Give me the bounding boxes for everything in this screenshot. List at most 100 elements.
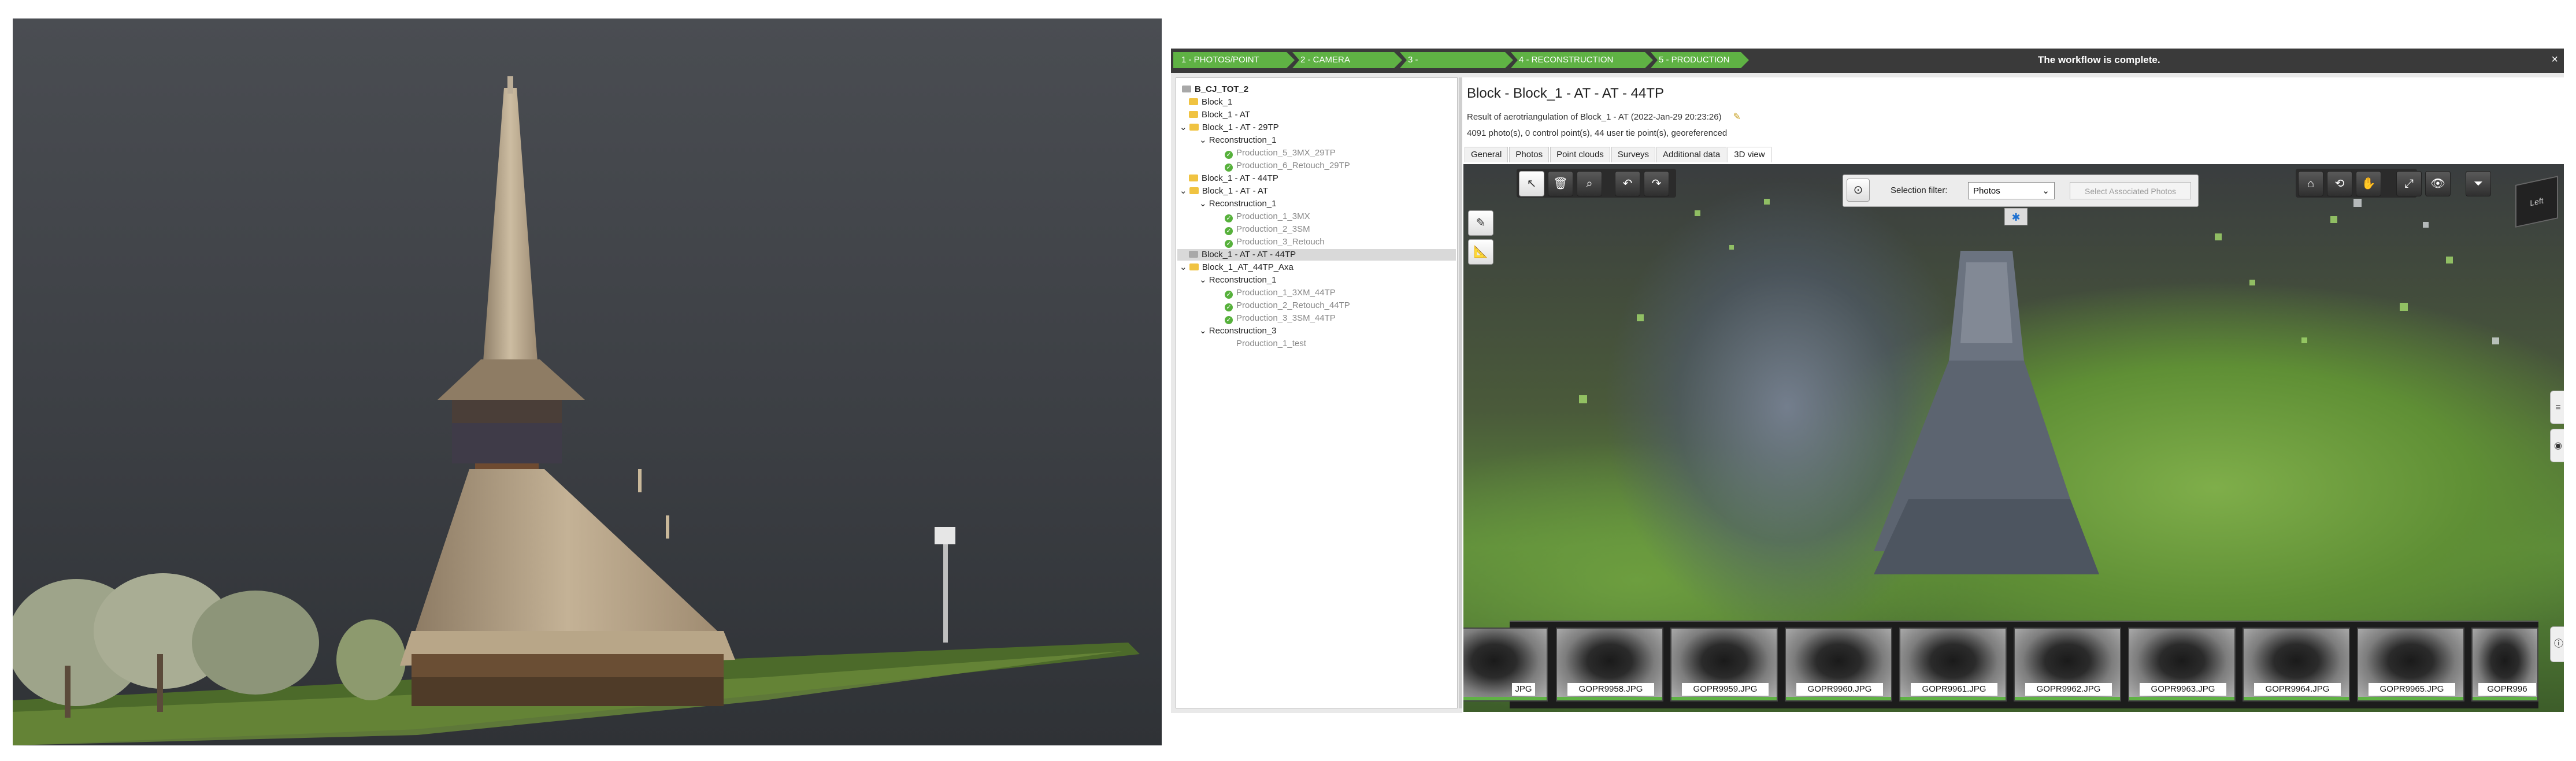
workflow-step-photos[interactable]: 1 - PHOTOS/POINT CLOUDS	[1173, 52, 1295, 68]
thumbnail-caption: GOPR996	[2478, 683, 2536, 696]
tree-item-label: Block_1_AT_44TP_Axa	[1202, 262, 1293, 272]
tree-item-block[interactable]: Block_1 - AT - 44TP	[1189, 173, 1278, 184]
navigation-cube[interactable]: Left	[2515, 176, 2558, 228]
tree-item-block[interactable]: Block_1	[1189, 96, 1232, 108]
tree-item-production[interactable]: ✓ Production_3_Retouch	[1225, 236, 1325, 248]
redo-button[interactable]: ↷	[1644, 171, 1669, 196]
check-icon: ✓	[1225, 291, 1233, 299]
photo-thumbnail[interactable]: GOPR9965.JPG	[2357, 628, 2464, 701]
tree-item-reconstruction[interactable]: ⌄ Reconstruction_1	[1199, 135, 1276, 146]
tree-item-reconstruction[interactable]: ⌄ Reconstruction_1	[1199, 274, 1276, 286]
tree-item-production[interactable]: ✓ Production_6_Retouch_29TP	[1225, 160, 1350, 172]
layers-icon[interactable]: ≡	[2550, 391, 2564, 424]
tree-item-label: Block_1 - AT - 29TP	[1202, 122, 1279, 132]
photo-thumbnail[interactable]: JPG	[1463, 628, 1548, 701]
fit-view-icon[interactable]: ⤢	[2396, 171, 2422, 196]
measure-tool-button[interactable]: 📐	[1468, 239, 1493, 265]
tab-3d-view[interactable]: 3D view	[1728, 147, 1771, 162]
tree-item-block[interactable]: ⌄ Block_1 - AT - 29TP	[1180, 122, 1279, 133]
tab-point-clouds[interactable]: Point clouds	[1550, 147, 1610, 162]
tree-item-production[interactable]: ✓ Production_5_3MX_29TP	[1225, 147, 1336, 159]
tree-item-production[interactable]: Production_1_test	[1236, 338, 1306, 350]
info-icon[interactable]: ⓘ	[2550, 626, 2564, 662]
tree-item-reconstruction[interactable]: ⌄ Reconstruction_3	[1199, 325, 1276, 337]
context-capture-window: 1 - PHOTOS/POINT CLOUDS 2 - CAMERA PROPE…	[1171, 49, 2564, 713]
photo-thumbnail[interactable]: GOPR9963.JPG	[2128, 628, 2236, 701]
tree-item-label: Production_1_3XM_44TP	[1236, 288, 1336, 298]
zoom-icon[interactable]: ⌕	[1577, 171, 1602, 196]
visibility-eye-icon[interactable]: 👁	[2425, 171, 2451, 196]
tree-item-block[interactable]: ⌄ Block_1_AT_44TP_Axa	[1180, 262, 1293, 273]
pin-icon[interactable]: ✱	[2004, 208, 2028, 225]
expand-icon[interactable]: ⌄	[1199, 199, 1209, 209]
tree-item-root[interactable]: B_CJ_TOT_2	[1182, 84, 1248, 95]
church-point-cloud-image	[13, 76, 1140, 745]
home-icon[interactable]: ⌂	[2298, 171, 2323, 196]
aerotriangulation-result: Result of aerotriangulation of Block_1 -…	[1467, 111, 1741, 122]
photo-thumbnail[interactable]: GOPR9964.JPG	[2243, 628, 2350, 701]
tree-item-production[interactable]: ✓ Production_1_3XM_44TP	[1225, 287, 1336, 299]
photo-thumbnail[interactable]: GOPR9959.JPG	[1670, 628, 1778, 701]
tree-item-block-selected[interactable]: Block_1 - AT - AT - 44TP	[1177, 249, 1456, 261]
workflow-step-camera[interactable]: 2 - CAMERA PROPERTIES	[1292, 52, 1402, 68]
orbit-icon[interactable]: ⟲	[2327, 171, 2352, 196]
delete-button[interactable]: 🗑	[1548, 171, 1573, 196]
expand-icon[interactable]: ⌄	[1199, 275, 1209, 285]
pencil-icon[interactable]: ✎	[1733, 112, 1741, 122]
tree-item-label: Production_5_3MX_29TP	[1236, 148, 1336, 158]
tree-item-block[interactable]: ⌄ Block_1 - AT - AT	[1180, 185, 1268, 197]
tab-additional-data[interactable]: Additional data	[1656, 147, 1727, 162]
tree-item-reconstruction[interactable]: ⌄ Reconstruction_1	[1199, 198, 1276, 210]
tree-item-production[interactable]: ✓ Production_3_3SM_44TP	[1225, 313, 1336, 324]
photo-thumbnail[interactable]: GOPR9962.JPG	[2014, 628, 2121, 701]
folder-icon	[1189, 175, 1198, 181]
photo-thumbnail[interactable]: GOPR9960.JPG	[1785, 628, 1892, 701]
workflow-step-reconstruction[interactable]: 4 - RECONSTRUCTION SETTINGS	[1511, 52, 1653, 68]
thumbnail-caption: GOPR9962.JPG	[2025, 683, 2112, 696]
tree-item-label: Block_1	[1202, 97, 1233, 107]
block-details-pane: Block - Block_1 - AT - AT - 44TP Result …	[1462, 77, 2564, 713]
tree-item-label: Production_6_Retouch_29TP	[1236, 161, 1350, 170]
tree-item-block[interactable]: Block_1 - AT	[1189, 109, 1250, 121]
photo-thumbnail[interactable]: GOPR996	[2471, 628, 2538, 701]
expand-icon[interactable]: ⌄	[1180, 122, 1189, 132]
tab-surveys[interactable]: Surveys	[1611, 147, 1655, 162]
photo-thumbnail[interactable]: GOPR9958.JPG	[1556, 628, 1663, 701]
folder-icon	[1189, 111, 1198, 118]
tree-item-production[interactable]: ✓ Production_1_3MX	[1225, 211, 1310, 222]
tree-item-production[interactable]: ✓ Production_2_Retouch_44TP	[1225, 300, 1350, 311]
tree-item-label: Production_1_test	[1236, 339, 1306, 348]
expand-icon[interactable]: ⌄	[1180, 262, 1189, 272]
globe-icon[interactable]: ◉	[2550, 429, 2564, 462]
folder-icon	[1189, 124, 1199, 131]
workflow-status: The workflow is complete.	[2038, 54, 2160, 65]
filter-toggle-icon[interactable]: ⊙	[1847, 179, 1870, 202]
selected-filter-value: Photos	[1973, 186, 2000, 196]
photo-thumbnail[interactable]: GOPR9961.JPG	[1899, 628, 2007, 701]
expand-icon[interactable]: ⌄	[1199, 326, 1209, 336]
tree-item-label: Block_1 - AT - 44TP	[1202, 173, 1278, 183]
check-icon: ✓	[1225, 164, 1233, 172]
tree-item-production[interactable]: ✓ Production_2_3SM	[1225, 224, 1310, 235]
tab-general[interactable]: General	[1465, 147, 1508, 162]
filter-funnel-icon[interactable]: ⏷	[2466, 171, 2491, 196]
workflow-step-aerotriangulation[interactable]: 3 - AEROTRIANGULATION	[1400, 52, 1513, 68]
workflow-step-production[interactable]: 5 - PRODUCTION	[1651, 52, 1749, 68]
close-icon[interactable]: ×	[2551, 53, 2558, 66]
undo-button[interactable]: ↶	[1615, 171, 1640, 196]
expand-icon[interactable]: ⌄	[1180, 186, 1189, 196]
3d-viewport[interactable]: ↖ 🗑 ⌕ ↶ ↷ ✎ 📐 ⊙ Selection filter: Photos…	[1463, 164, 2564, 712]
thumbnail-caption: GOPR9965.JPG	[2369, 683, 2455, 696]
selection-filter-select[interactable]: Photos ⌄	[1968, 182, 2055, 199]
expand-icon[interactable]: ⌄	[1199, 135, 1209, 145]
pencil-tool-button[interactable]: ✎	[1468, 210, 1493, 236]
tree-item-label: Block_1 - AT	[1202, 110, 1250, 120]
check-icon: ✓	[1225, 227, 1233, 235]
tab-photos[interactable]: Photos	[1509, 147, 1550, 162]
thumbnail-caption: GOPR9960.JPG	[1796, 683, 1883, 696]
select-associated-photos-button[interactable]: Select Associated Photos	[2070, 182, 2191, 199]
select-tool-button[interactable]: ↖	[1519, 171, 1544, 196]
tree-item-label: Reconstruction_1	[1209, 199, 1277, 209]
pan-hand-icon[interactable]: ✋	[2356, 171, 2381, 196]
selection-filter-label: Selection filter:	[1891, 185, 1948, 195]
